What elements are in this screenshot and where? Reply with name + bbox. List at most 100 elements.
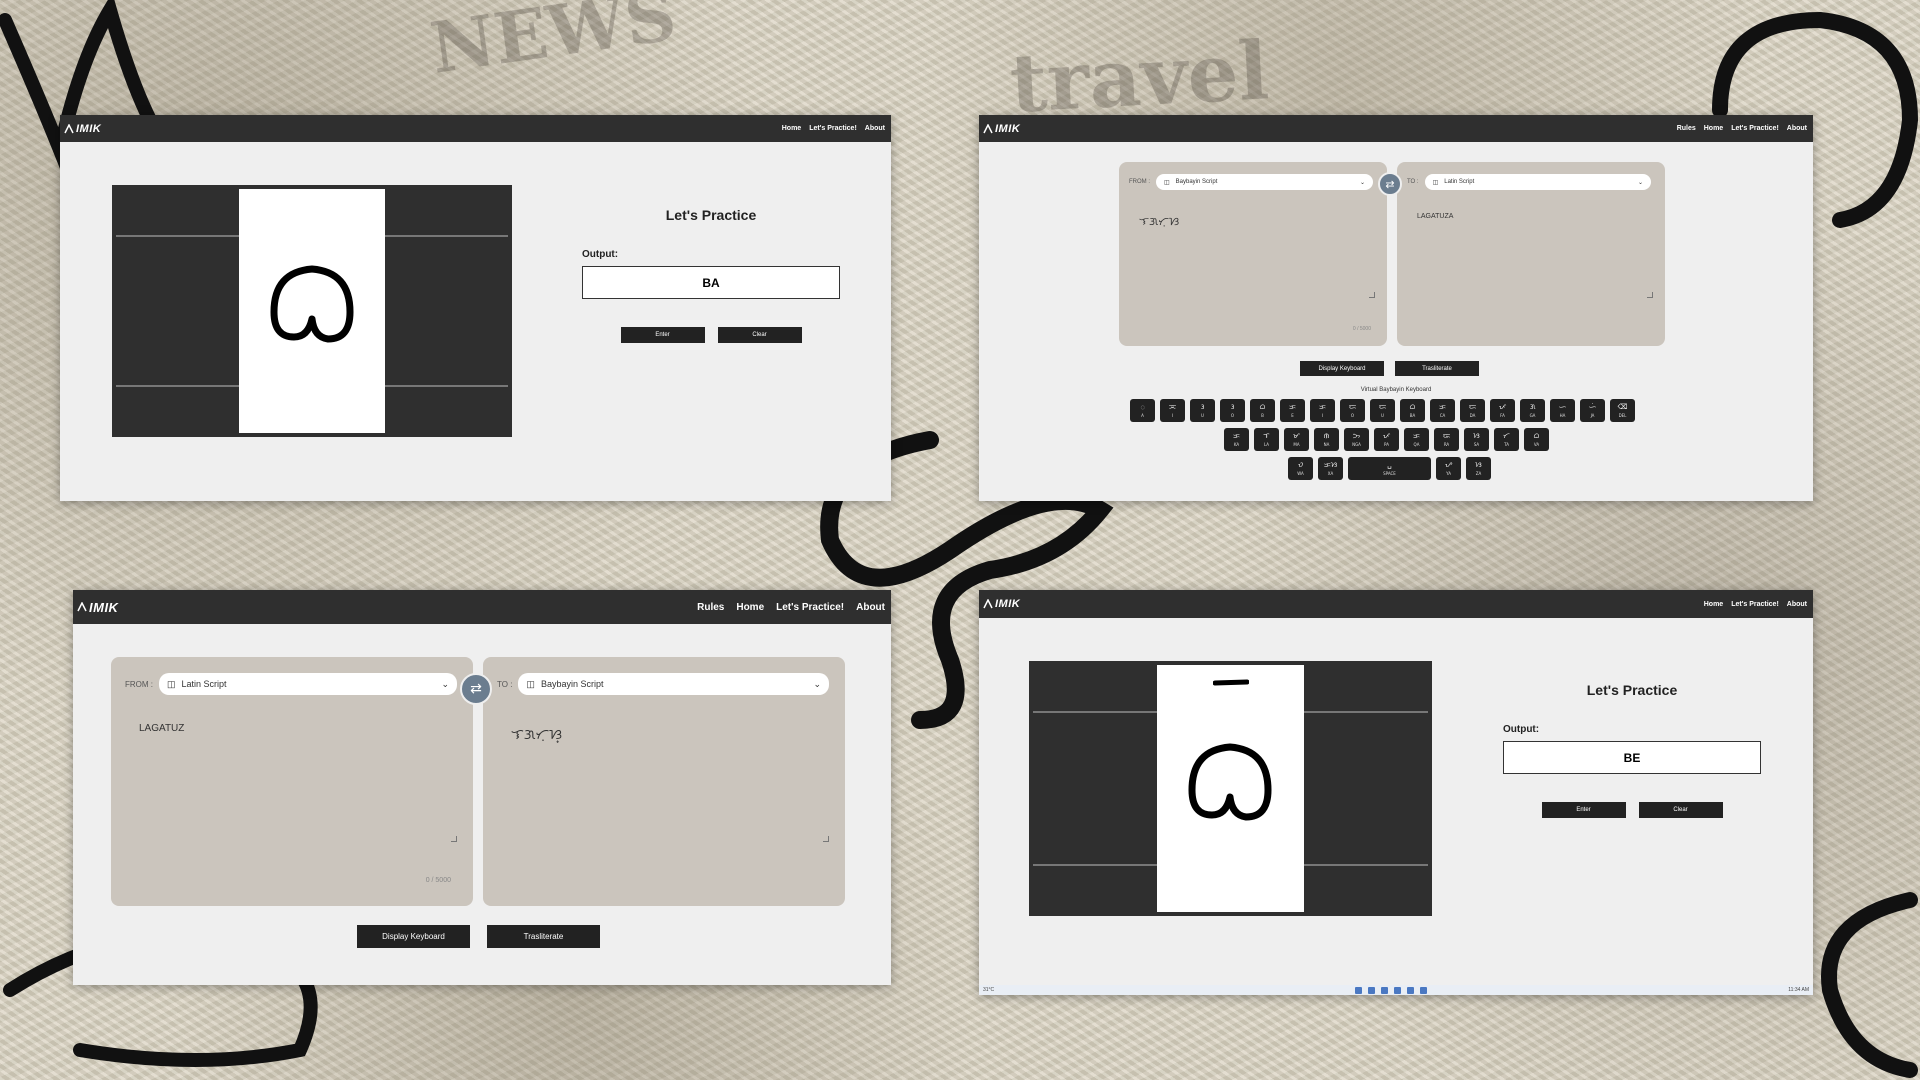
enter-button[interactable]: Enter bbox=[620, 327, 705, 343]
resize-handle[interactable] bbox=[823, 836, 829, 842]
resize-handle[interactable] bbox=[451, 836, 457, 842]
transliterate-button[interactable]: Trasliterate bbox=[1395, 361, 1479, 376]
brand-logo[interactable]: IMIK bbox=[77, 600, 118, 615]
chevron-down-icon: ⌄ bbox=[1637, 179, 1643, 186]
keyboard-key-u[interactable]: ᜇU bbox=[1370, 399, 1395, 422]
nav-about[interactable]: About bbox=[1787, 601, 1807, 608]
to-script-select[interactable]: ◫ Latin Script ⌄ bbox=[1424, 174, 1651, 190]
keyboard-key-i[interactable]: ᜃI bbox=[1310, 399, 1335, 422]
key-label: DA bbox=[1469, 412, 1476, 418]
keyboard-key-a[interactable]: ᜀA bbox=[1130, 399, 1155, 422]
keyboard-key-la[interactable]: ᜎ LA bbox=[1254, 428, 1279, 451]
book-icon: ◫ bbox=[1432, 179, 1439, 186]
keyboard-key-space[interactable]: ␣ SPACE bbox=[1348, 457, 1431, 480]
keyboard-key-ka[interactable]: ᜃ KA bbox=[1224, 428, 1249, 451]
keyboard-key-i[interactable]: ᜁI bbox=[1160, 399, 1185, 422]
keyboard-key-da[interactable]: ᜇ DA bbox=[1460, 399, 1485, 422]
keyboard-key-ya[interactable]: ᜌ YA bbox=[1436, 457, 1461, 480]
keyboard-key-b[interactable]: ᜊB bbox=[1250, 399, 1275, 422]
nav-home[interactable]: Home bbox=[782, 125, 801, 132]
search-icon[interactable] bbox=[1368, 986, 1376, 994]
key-glyph: ᜃ bbox=[1319, 402, 1326, 411]
from-script-select[interactable]: ◫ Latin Script ⌄ bbox=[159, 673, 457, 695]
app-icon[interactable] bbox=[1420, 986, 1428, 994]
keyboard-key-xa[interactable]: ᜃᜐ XA bbox=[1318, 457, 1343, 480]
mail-icon[interactable] bbox=[1407, 986, 1415, 994]
drawing-area[interactable] bbox=[1157, 665, 1304, 912]
output-field: BE bbox=[1503, 741, 1761, 774]
from-script-value: Latin Script bbox=[181, 679, 227, 689]
keyboard-key-sa[interactable]: ᜐ SA bbox=[1464, 428, 1489, 451]
keyboard-key-fa[interactable]: ᜉ FA bbox=[1490, 399, 1515, 422]
keyboard-key-na[interactable]: ᜈ NA bbox=[1314, 428, 1339, 451]
keyboard-key-za[interactable]: ᜐ ZA bbox=[1466, 457, 1491, 480]
keyboard-key-ja[interactable]: ᜑᜒ JA bbox=[1580, 399, 1605, 422]
from-script-select[interactable]: ◫ Baybayin Script ⌄ bbox=[1156, 174, 1373, 190]
keyboard-key-ga[interactable]: ᜄ GA bbox=[1520, 399, 1545, 422]
start-icon[interactable] bbox=[1355, 986, 1363, 994]
nav-home[interactable]: Home bbox=[1704, 601, 1723, 608]
keyboard-key-o[interactable]: ᜇO bbox=[1340, 399, 1365, 422]
nav-lets-practice[interactable]: Let's Practice! bbox=[1731, 125, 1779, 132]
key-label: QA bbox=[1413, 441, 1420, 447]
display-keyboard-button[interactable]: Display Keyboard bbox=[357, 925, 470, 948]
input-text[interactable]: LAGATUZ bbox=[139, 723, 184, 734]
keyboard-key-pa[interactable]: ᜉ PA bbox=[1374, 428, 1399, 451]
drawing-area[interactable] bbox=[239, 189, 385, 433]
enter-button[interactable]: Enter bbox=[1541, 802, 1626, 818]
nav-lets-practice[interactable]: Let's Practice! bbox=[1731, 601, 1779, 608]
input-text[interactable]: ᜎᜄᜆᜓᜐ bbox=[1139, 214, 1179, 229]
keyboard-key-wa[interactable]: ᜏ WA bbox=[1288, 457, 1313, 480]
drawing-canvas[interactable] bbox=[1029, 661, 1432, 916]
nav-lets-practice[interactable]: Let's Practice! bbox=[809, 125, 857, 132]
nav-about[interactable]: About bbox=[1787, 125, 1807, 132]
key-label: YA bbox=[1446, 470, 1451, 476]
keyboard-key-e[interactable]: ᜃE bbox=[1280, 399, 1305, 422]
resize-handle[interactable] bbox=[1647, 292, 1653, 298]
keyboard-key-ma[interactable]: ᜋ MA bbox=[1284, 428, 1309, 451]
brand-logo[interactable]: IMIK bbox=[983, 598, 1020, 610]
keyboard-key-del[interactable]: ⌫ DEL bbox=[1610, 399, 1635, 422]
transliterate-button[interactable]: Trasliterate bbox=[487, 925, 600, 948]
browser-icon[interactable] bbox=[1394, 986, 1402, 994]
resize-handle[interactable] bbox=[1369, 292, 1375, 298]
keyboard-row-2: ᜃ KA ᜎ LA ᜋ MA ᜈ NA ᜅ NGA ᜉ PA ᜃ QA ᜍ RA ᜐ SA ᜆ TA ᜊ VA bbox=[1224, 428, 1549, 451]
keyboard-row-1: ᜀ A ᜁ I ᜂ U ᜂ O ᜊ B ᜃ E ᜃ I ᜇ O ᜇ U ᜊ BA ᜃ CA ᜇ DA ᜉ FA ᜄ GA ᜑ HA ᜑᜒ JA… bbox=[1130, 399, 1635, 422]
keyboard-key-ha[interactable]: ᜑ HA bbox=[1550, 399, 1575, 422]
brand-logo[interactable]: IMIK bbox=[64, 123, 101, 135]
nav-home[interactable]: Home bbox=[1704, 125, 1723, 132]
keyboard-key-o[interactable]: ᜂO bbox=[1220, 399, 1245, 422]
transliterate-keyboard-panel: IMIK Rules Home Let's Practice! About FR… bbox=[979, 115, 1813, 501]
nav-rules[interactable]: Rules bbox=[697, 602, 724, 613]
keyboard-key-u[interactable]: ᜂU bbox=[1190, 399, 1215, 422]
keyboard-key-ra[interactable]: ᜍ RA bbox=[1434, 428, 1459, 451]
nav-rules[interactable]: Rules bbox=[1677, 125, 1696, 132]
drawing-canvas[interactable] bbox=[112, 185, 512, 437]
keyboard-key-nga[interactable]: ᜅ NGA bbox=[1344, 428, 1369, 451]
key-label: A bbox=[1141, 412, 1144, 418]
nav-about[interactable]: About bbox=[856, 602, 885, 613]
key-glyph: ᜊ bbox=[1259, 402, 1266, 411]
key-label: DEL bbox=[1618, 412, 1627, 418]
key-label: SPACE bbox=[1383, 470, 1396, 476]
swap-scripts-button[interactable]: ⇄ bbox=[460, 673, 492, 705]
key-glyph: ᜐ bbox=[1475, 460, 1482, 469]
nav-home[interactable]: Home bbox=[736, 602, 764, 613]
keyboard-key-qa[interactable]: ᜃ QA bbox=[1404, 428, 1429, 451]
chevron-down-icon: ⌄ bbox=[441, 678, 449, 689]
to-label: TO : bbox=[497, 679, 513, 689]
swap-scripts-button[interactable]: ⇄ bbox=[1378, 172, 1402, 196]
nav-about[interactable]: About bbox=[865, 125, 885, 132]
keyboard-key-ta[interactable]: ᜆ TA bbox=[1494, 428, 1519, 451]
nav-lets-practice[interactable]: Let's Practice! bbox=[776, 602, 844, 613]
clear-button[interactable]: Clear bbox=[1638, 802, 1723, 818]
brand-logo[interactable]: IMIK bbox=[983, 123, 1020, 135]
chevron-down-icon: ⌄ bbox=[1359, 179, 1365, 186]
clear-button[interactable]: Clear bbox=[717, 327, 802, 343]
to-script-select[interactable]: ◫ Baybayin Script ⌄ bbox=[518, 673, 829, 695]
keyboard-key-ba[interactable]: ᜊ BA bbox=[1400, 399, 1425, 422]
explorer-icon[interactable] bbox=[1381, 986, 1389, 994]
display-keyboard-button[interactable]: Display Keyboard bbox=[1300, 361, 1384, 376]
keyboard-key-va[interactable]: ᜊ VA bbox=[1524, 428, 1549, 451]
keyboard-key-ca[interactable]: ᜃ CA bbox=[1430, 399, 1455, 422]
